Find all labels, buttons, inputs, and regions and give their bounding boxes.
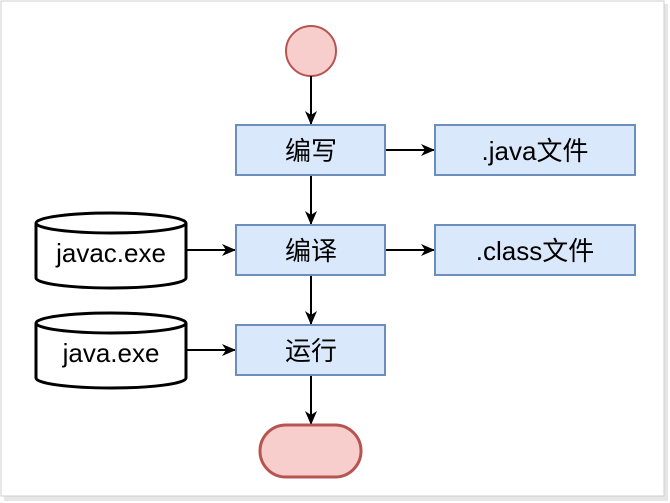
node-java-cylinder-rim: [34, 322, 188, 335]
node-java: java.exe: [34, 311, 188, 390]
node-class-file: .class文件: [434, 224, 636, 276]
node-run: 运行: [235, 324, 386, 376]
node-run-label: 运行: [285, 336, 337, 366]
node-compile-label: 编译: [285, 236, 337, 266]
node-java-file-label: .java文件: [482, 136, 589, 166]
node-java-file: .java文件: [434, 124, 636, 176]
node-write: 编写: [235, 124, 386, 176]
node-write-label: 编写: [285, 136, 337, 166]
node-javac-label: javac.exe: [55, 238, 166, 268]
flowchart: 编写 .java文件 编译 .class文件 运行 javac.exe java…: [0, 0, 668, 501]
node-compile: 编译: [235, 224, 386, 276]
node-javac-cylinder-rim: [34, 222, 188, 235]
node-java-label: java.exe: [62, 338, 160, 368]
end-node: [258, 423, 363, 479]
node-class-file-label: .class文件: [476, 236, 594, 266]
start-node: [285, 25, 337, 77]
node-javac: javac.exe: [34, 211, 188, 290]
